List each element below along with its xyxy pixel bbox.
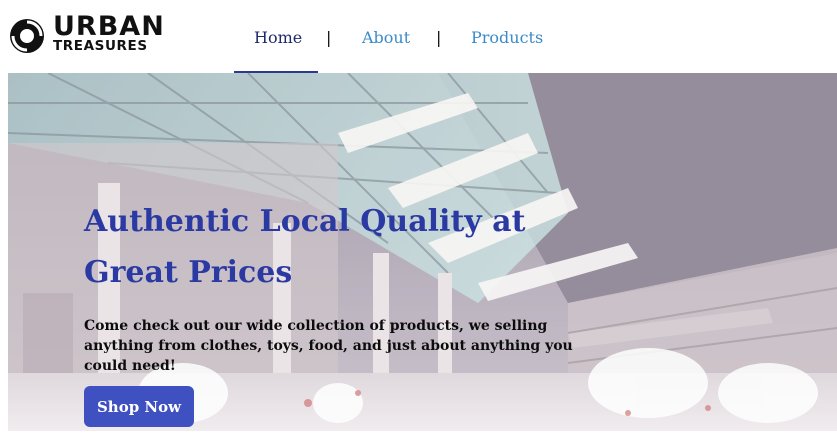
shop-now-button[interactable]: Shop Now: [84, 386, 194, 427]
nav-home-link[interactable]: Home: [254, 27, 302, 49]
nav-separator: |: [326, 28, 332, 47]
hero-title: Authentic Local Quality at Great Prices: [84, 204, 526, 290]
site-header: URBAN TREASURES Home | About | Products: [0, 0, 837, 73]
nav-products-link[interactable]: Products: [471, 27, 543, 49]
nav-about-link[interactable]: About: [362, 27, 410, 49]
hero-section: Authentic Local Quality at Great Prices …: [8, 73, 837, 433]
main-nav: Home | About | Products: [0, 0, 837, 72]
hero-description: Come check out our wide collection of pr…: [84, 318, 573, 374]
nav-separator: |: [436, 28, 442, 47]
